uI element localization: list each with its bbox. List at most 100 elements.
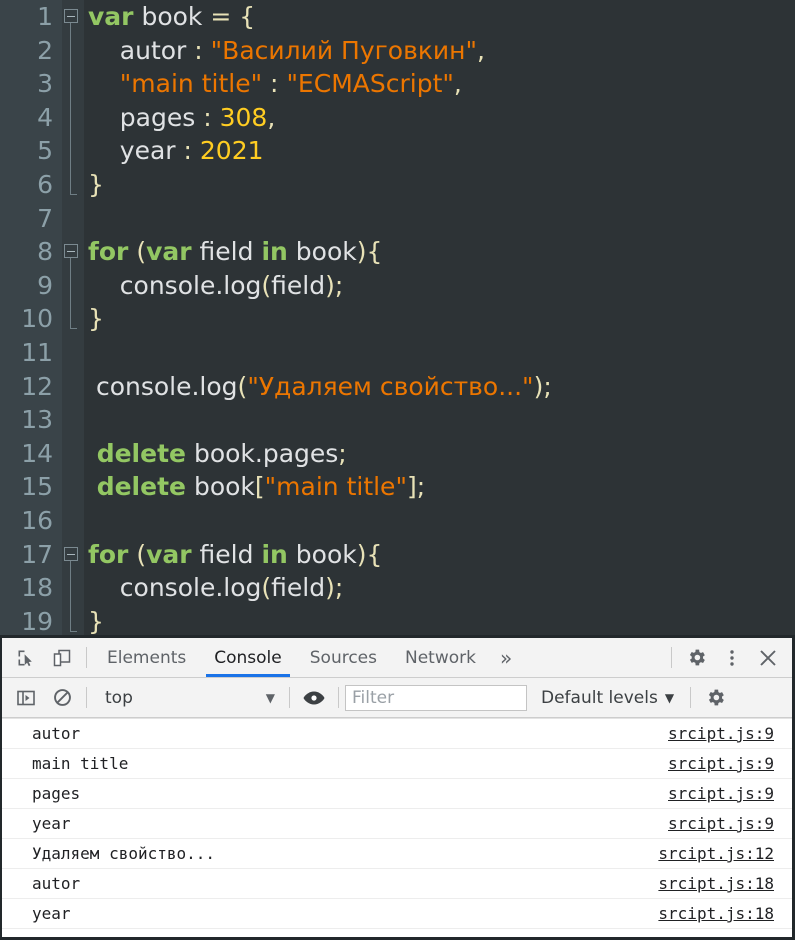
editor-line[interactable]: 16 [0,503,795,538]
code-token-punc: : [183,136,192,166]
fold-gutter[interactable] [62,302,84,336]
editor-line[interactable]: 11 [0,335,795,370]
console-source-link[interactable]: srcipt.js:18 [658,874,782,893]
console-source-link[interactable]: srcipt.js:9 [668,784,782,803]
fold-gutter[interactable] [62,67,84,101]
fold-collapse-icon[interactable] [64,9,78,23]
line-number: 10 [0,302,62,336]
kebab-menu-icon[interactable] [714,638,750,677]
fold-gutter[interactable] [62,268,84,303]
code-text: } [84,167,795,202]
devtools-tab-bar: Elements Console Sources Network » [2,638,792,678]
code-editor[interactable]: 1 var book = {2 autor : "Василий Пуговкин… [0,0,795,638]
console-sidebar-toggle-icon[interactable] [8,678,44,717]
console-source-link[interactable]: srcipt.js:9 [668,754,782,773]
line-number: 14 [0,436,62,471]
console-source-link[interactable]: srcipt.js:9 [668,724,782,743]
fold-collapse-icon[interactable] [64,244,78,259]
fold-gutter[interactable] [62,33,84,68]
console-filter-input[interactable] [345,684,527,711]
more-tabs-icon[interactable]: » [490,638,522,677]
editor-line[interactable]: 7 [0,201,795,236]
editor-line[interactable]: 8 for (var field in book){ [0,235,795,269]
fold-gutter[interactable] [62,100,84,135]
editor-line[interactable]: 13 [0,403,795,437]
execution-context-value: top [105,687,133,708]
tab-console[interactable]: Console [200,638,296,677]
code-token-punc: ); [533,371,552,401]
chevron-down-icon: ▼ [265,690,275,705]
console-message-list[interactable]: autor srcipt.js:9 main title srcipt.js:9 pag… [2,718,792,937]
editor-line[interactable]: 14 delete book.pages; [0,436,795,471]
editor-line[interactable]: 15 delete book["main title"]; [0,470,795,504]
code-token-punc: , [453,69,462,99]
settings-gear-icon[interactable] [678,638,714,677]
fold-gutter[interactable] [62,436,84,471]
fold-gutter[interactable] [62,470,84,504]
live-expression-eye-icon[interactable] [296,678,332,717]
fold-gutter[interactable] [62,403,84,437]
editor-line[interactable]: 10} [0,302,795,336]
editor-line[interactable]: 5 year : 2021 [0,134,795,168]
console-message-text: year [32,904,71,923]
code-token-str: "Удаляем свойство..." [247,371,534,401]
code-token-punc: ( [261,270,272,300]
console-settings-gear-icon[interactable] [697,678,733,717]
clear-console-icon[interactable] [44,678,80,717]
code-token-op: = [210,2,232,31]
inspect-element-icon[interactable] [8,638,44,677]
console-source-link[interactable]: srcipt.js:18 [658,904,782,923]
close-devtools-icon[interactable] [750,638,786,677]
editor-line[interactable]: 6} [0,167,795,202]
editor-line[interactable]: 17 for (var field in book){ [0,537,795,572]
code-token-num: 2021 [199,136,264,166]
tab-sources[interactable]: Sources [296,638,391,677]
code-token-punc: ( [237,371,248,401]
console-message-row[interactable]: pages srcipt.js:9 [2,779,792,809]
fold-gutter[interactable] [62,503,84,538]
editor-line[interactable]: 2 autor : "Василий Пуговкин", [0,33,795,68]
console-message-row[interactable]: year srcipt.js:18 [2,899,792,929]
console-message-row[interactable]: autor srcipt.js:18 [2,869,792,899]
code-text: for (var field in book){ [84,235,795,269]
editor-line[interactable]: 19} [0,604,795,635]
fold-gutter[interactable] [62,369,84,404]
console-source-link[interactable]: srcipt.js:9 [668,814,782,833]
editor-line[interactable]: 4 pages : 308, [0,100,795,135]
tabbar-right-divider [671,647,672,668]
execution-context-select[interactable]: top ▼ [93,678,283,717]
console-source-link[interactable]: srcipt.js:12 [658,844,782,863]
fold-gutter[interactable] [62,537,84,572]
code-text [84,201,795,236]
editor-line[interactable]: 12 console.log("Удаляем свойство..."); [0,369,795,404]
code-text: delete book["main title"]; [84,470,795,504]
editor-line[interactable]: 18 console.log(field); [0,571,795,605]
fold-gutter[interactable] [62,571,84,605]
console-message-row[interactable]: autor srcipt.js:9 [2,719,792,749]
code-text: console.log(field); [84,268,795,303]
fold-gutter[interactable] [62,235,84,269]
tab-network[interactable]: Network [391,638,490,677]
fold-gutter[interactable] [62,134,84,168]
tabbar-divider [86,647,87,668]
editor-line[interactable]: 3 "main title" : "ECMAScript", [0,67,795,101]
fold-gutter[interactable] [62,167,84,202]
tab-elements[interactable]: Elements [93,638,200,677]
fold-collapse-icon[interactable] [64,546,78,561]
console-message-row[interactable]: Удаляем свойство... srcipt.js:12 [2,839,792,869]
fold-gutter[interactable] [62,335,84,370]
console-message-row[interactable]: year srcipt.js:9 [2,809,792,839]
log-levels-select[interactable]: Default levels ▼ [527,678,684,717]
editor-line[interactable]: 1 var book = { [0,0,795,34]
line-number: 6 [0,167,62,202]
code-token-plain: book [186,472,255,502]
fold-gutter[interactable] [62,201,84,236]
fold-gutter[interactable] [62,0,84,34]
fold-gutter[interactable] [62,604,84,635]
device-toolbar-icon[interactable] [44,638,80,677]
editor-line[interactable]: 9 console.log(field); [0,268,795,303]
console-message-row[interactable]: main title srcipt.js:9 [2,749,792,779]
code-text: year : 2021 [84,134,795,168]
code-token-punc: ); [325,270,344,300]
